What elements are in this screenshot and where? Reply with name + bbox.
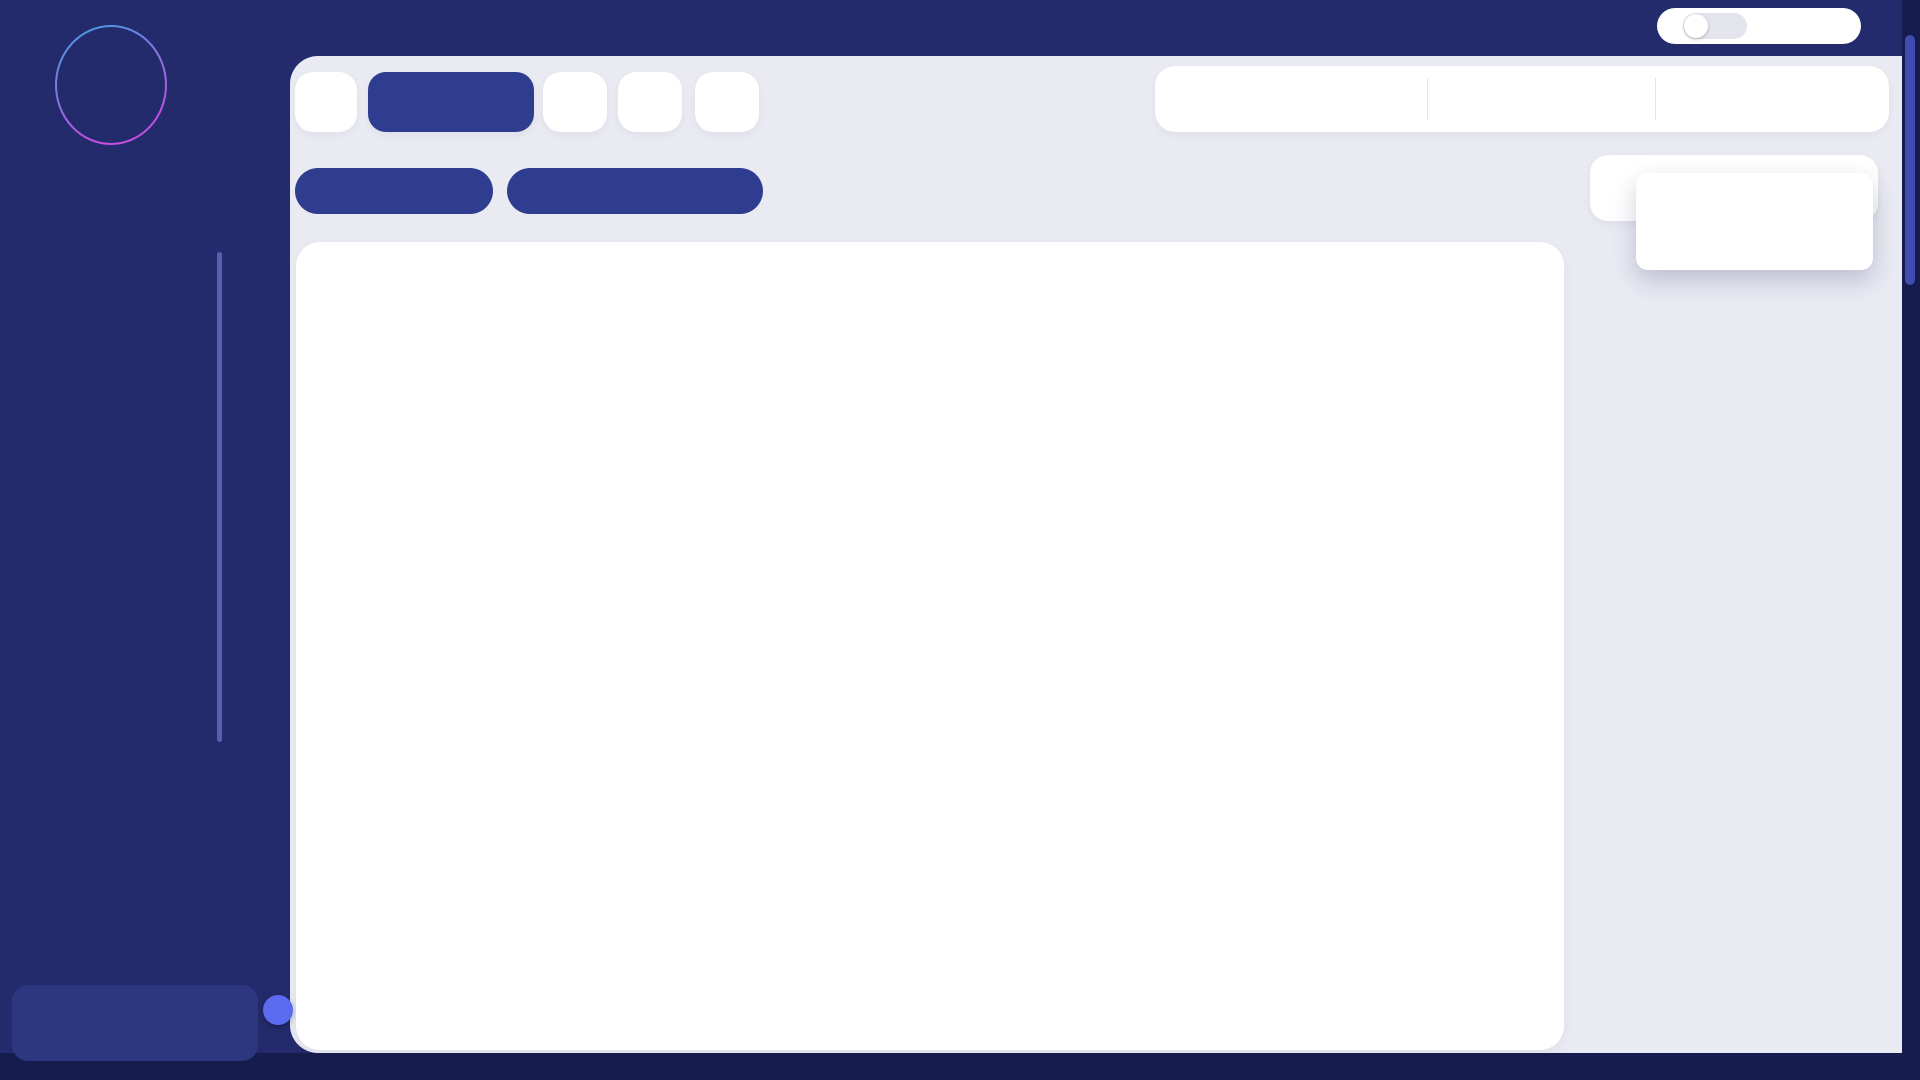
trend-icon [1606,180,1630,204]
divider [1427,78,1428,120]
pie-view-button[interactable] [295,72,357,132]
asset-calendar-control[interactable] [1657,8,1861,44]
clipboard-icon [1680,86,1707,113]
app-logo [53,24,169,146]
tab-production[interactable] [368,72,534,132]
chevron-down-icon [1749,90,1768,109]
sidebar-scrollbar-thumb[interactable] [217,252,222,742]
sidebar [0,0,290,1053]
qr-view-button[interactable] [543,72,607,132]
losses-view-button[interactable] [618,72,682,132]
interval-select[interactable] [1460,66,1548,132]
settings-gear-icon[interactable] [1870,13,1900,43]
production-code-selection-button[interactable] [507,168,763,214]
asset-calendar-toggle[interactable] [1683,13,1747,39]
toggle-knob[interactable] [1684,14,1708,38]
device-card[interactable] [12,985,258,1061]
chevron-down-icon [1529,90,1548,109]
sidebar-collapse-button[interactable] [263,995,293,1025]
calendar-check-icon [1169,86,1196,113]
page-scrollbar-thumb[interactable] [1905,35,1915,285]
no-production-view-button[interactable] [695,72,759,132]
aggregation-select[interactable] [1680,66,1768,132]
start-end-picker[interactable] [1169,66,1210,132]
calendar-icon [1460,86,1487,113]
date-filter-bar [1155,66,1889,132]
machine-selection-dropdown [1636,173,1873,270]
material-selection-button[interactable] [295,168,493,214]
chart-card [296,242,1564,1050]
production-charts [296,242,1564,1050]
bottom-page-edge [0,1053,1920,1080]
divider [1655,78,1656,120]
